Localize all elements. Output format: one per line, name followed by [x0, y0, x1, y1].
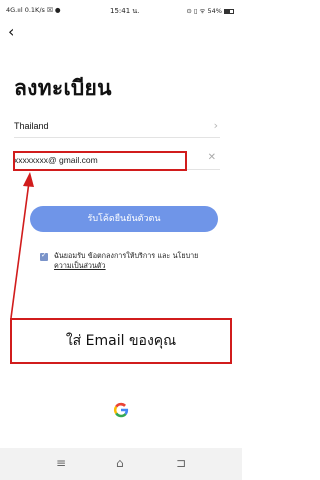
system-nav-bar: ≡ ⌂ ⊐: [0, 448, 242, 480]
home-icon[interactable]: ⌂: [116, 456, 124, 470]
annotation-callout: ใส่ Email ของคุณ: [10, 318, 232, 364]
country-value: Thailand: [14, 121, 49, 131]
consent-prefix: ฉันยอมรับ ข้อตกลงการให้บริการ และ นโยบาย: [54, 251, 199, 260]
menu-icon[interactable]: ≡: [56, 456, 66, 470]
back-nav-icon[interactable]: ⊐: [176, 456, 186, 470]
battery-icon: [224, 8, 234, 14]
arrow-line: [10, 181, 30, 319]
privacy-policy-link[interactable]: ความเป็นส่วนตัว: [54, 261, 106, 270]
back-button[interactable]: ‹: [8, 24, 14, 40]
email-field[interactable]: [14, 153, 194, 167]
page-title: ลงทะเบียน: [14, 76, 112, 100]
status-time: 15:41 น.: [110, 7, 140, 15]
status-network: 4G.ııl 0.1K/s ☒ ●: [6, 6, 61, 14]
country-selector[interactable]: Thailand ›: [14, 118, 220, 138]
get-verification-code-button[interactable]: รับโค้ดยืนยันตัวตน: [30, 206, 218, 232]
chevron-left-icon: ‹: [8, 22, 15, 41]
arrow-head: [23, 172, 34, 187]
close-icon[interactable]: ✕: [208, 152, 216, 163]
status-icons: ⊙ ▯ ᯤ 54%: [186, 6, 234, 15]
consent-text: ฉันยอมรับ ข้อตกลงการให้บริการ และ นโยบาย…: [54, 251, 224, 271]
email-field-row: ✕: [14, 150, 220, 170]
status-battery-text: ⊙ ▯ ᯤ 54%: [186, 7, 222, 15]
status-bar: 4G.ııl 0.1K/s ☒ ● 15:41 น. ⊙ ▯ ᯤ 54%: [0, 0, 242, 18]
chevron-right-icon: ›: [213, 119, 218, 132]
google-icon[interactable]: [113, 402, 129, 418]
consent-checkbox[interactable]: [40, 251, 48, 261]
